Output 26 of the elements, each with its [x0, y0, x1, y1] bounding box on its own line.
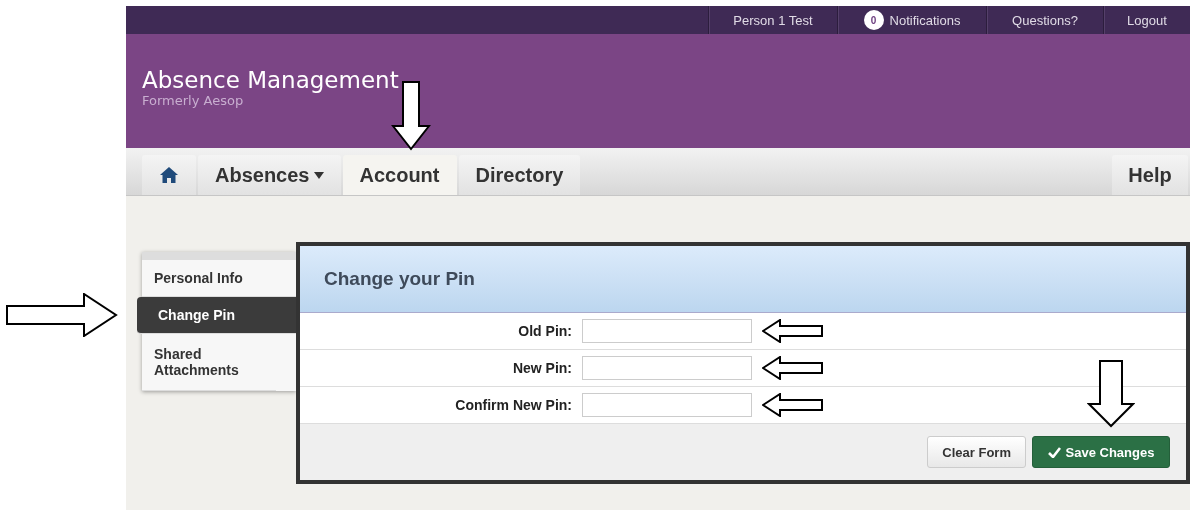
sidebar-item[interactable]: Change Pin [137, 297, 296, 334]
home-tab[interactable] [142, 155, 196, 195]
top-bar-link[interactable]: Questions? [1012, 12, 1078, 28]
caret-icon [313, 171, 324, 179]
check-icon [1047, 446, 1061, 458]
help-tab[interactable]: Help [1112, 155, 1188, 195]
notification-count: 0 [863, 10, 884, 30]
nav-tab[interactable]: Directory [458, 155, 581, 195]
panel-title: Change your Pin [324, 268, 475, 290]
sidebar-item[interactable]: Shared Attachments [142, 334, 276, 391]
input-field[interactable] [582, 319, 752, 343]
top-bar-link[interactable]: Logout [1127, 12, 1167, 28]
notifications-link[interactable]: Notifications [889, 12, 961, 28]
top-bar-link[interactable]: Person 1 Test [733, 12, 813, 28]
nav-tab[interactable]: Absences [198, 155, 341, 195]
home-icon [159, 166, 179, 184]
field-label: Old Pin: [517, 323, 572, 339]
field-label: New Pin: [511, 360, 572, 376]
input-field[interactable] [582, 393, 752, 417]
save-button[interactable]: Save Changes [1032, 436, 1170, 468]
nav-tab[interactable]: Account [342, 155, 457, 195]
input-field[interactable] [582, 356, 752, 380]
field-label: Confirm New Pin: [454, 397, 572, 413]
app-title: Absence Management [142, 67, 400, 93]
clear-button[interactable]: Clear Form [927, 436, 1026, 468]
app-subtitle: Formerly Aesop [142, 93, 245, 108]
